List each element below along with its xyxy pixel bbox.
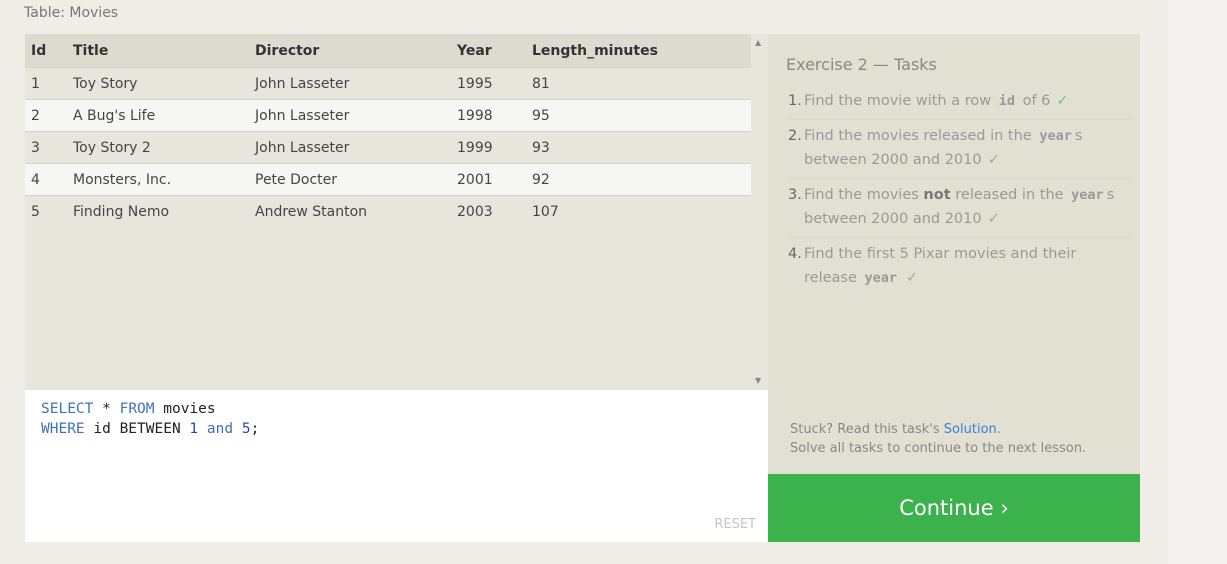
cell-year: 1999: [457, 131, 532, 164]
column-header-title: Title: [73, 34, 255, 68]
sql-keyword: SELECT: [41, 401, 94, 417]
sql-text: ;: [250, 421, 260, 437]
exercise-title: Exercise 2 — Tasks: [786, 55, 937, 74]
table-row: 5 Finding Nemo Andrew Stanton 2003 107: [25, 195, 751, 227]
cell-title: Finding Nemo: [73, 195, 255, 227]
task-item: 4. Find the first 5 Pixar movies and the…: [788, 242, 1132, 296]
task-item: 1. Find the movie with a row id of 6 ✓: [788, 89, 1132, 120]
sql-keyword: WHERE: [41, 421, 85, 437]
cell-director: John Lasseter: [255, 67, 457, 100]
table-row: 4 Monsters, Inc. Pete Docter 2001 92: [25, 163, 751, 196]
continue-button[interactable]: Continue ›: [768, 474, 1140, 542]
task-number: 1.: [788, 93, 802, 109]
reset-button[interactable]: RESET: [714, 517, 756, 532]
cell-year: 2003: [457, 195, 532, 227]
check-icon: ✓: [987, 152, 1000, 168]
scroll-down-icon[interactable]: ▼: [755, 376, 761, 385]
cell-length: 107: [532, 195, 751, 227]
column-header-id: Id: [25, 34, 73, 68]
table-row: 1 Toy Story John Lasseter 1995 81: [25, 67, 751, 100]
task-text-part: Find the first 5 Pixar movies and their …: [804, 246, 1077, 286]
cell-id: 2: [25, 99, 73, 132]
task-code: id: [998, 93, 1015, 109]
task-text: Find the first 5 Pixar movies and their …: [804, 242, 1132, 290]
help-text: Stuck? Read this task's Solution. Solve …: [790, 420, 1086, 458]
sql-keyword: FROM: [119, 401, 155, 417]
cell-title: Toy Story 2: [73, 131, 255, 164]
table-row: 3 Toy Story 2 John Lasseter 1999 93: [25, 131, 751, 164]
page-gutter: [1168, 0, 1227, 564]
task-text-part: Find the movies: [804, 187, 924, 203]
sql-text: movies: [154, 401, 216, 417]
check-icon: ✓: [987, 211, 1000, 227]
exercise-panel: Exercise 2 — Tasks 1. Find the movie wit…: [768, 34, 1140, 474]
task-text-part: Find the movies released in the: [804, 128, 1037, 144]
task-text: Find the movie with a row id of 6 ✓: [804, 89, 1132, 113]
table-header-row: Id Title Director Year Length_minutes: [25, 34, 751, 68]
cell-title: Monsters, Inc.: [73, 163, 255, 196]
cell-director: John Lasseter: [255, 131, 457, 164]
task-code: year: [1039, 128, 1072, 144]
column-header-length: Length_minutes: [532, 34, 751, 68]
cell-year: 1995: [457, 67, 532, 100]
task-number: 4.: [788, 246, 802, 262]
table-scrollbar[interactable]: ▲ ▼: [751, 34, 768, 389]
scroll-up-icon[interactable]: ▲: [755, 38, 761, 47]
cell-title: A Bug's Life: [73, 99, 255, 132]
cell-id: 4: [25, 163, 73, 196]
task-text-part: Find the movie with a row: [804, 93, 996, 109]
check-icon: ✓: [906, 270, 919, 286]
task-text-part: of 6: [1017, 93, 1051, 109]
table-row: 2 A Bug's Life John Lasseter 1998 95: [25, 99, 751, 132]
stuck-text: .: [996, 422, 1001, 437]
column-header-year: Year: [457, 34, 532, 68]
task-list: 1. Find the movie with a row id of 6 ✓ 2.…: [788, 89, 1132, 300]
stuck-text: Stuck? Read this task's: [790, 422, 944, 437]
results-table: Id Title Director Year Length_minutes 1 …: [25, 34, 751, 227]
solution-link[interactable]: Solution: [944, 422, 997, 437]
sql-keyword: and: [206, 421, 234, 437]
cell-id: 1: [25, 67, 73, 100]
task-item: 3. Find the movies not released in the y…: [788, 183, 1132, 238]
cell-length: 81: [532, 67, 751, 100]
table-caption: Table: Movies: [24, 5, 119, 21]
cell-year: 1998: [457, 99, 532, 132]
cell-director: Pete Docter: [255, 163, 457, 196]
check-icon: ✓: [1056, 93, 1069, 109]
cell-length: 95: [532, 99, 751, 132]
task-item: 2. Find the movies released in the year s…: [788, 124, 1132, 179]
task-number: 2.: [788, 128, 802, 144]
cell-title: Toy Story: [73, 67, 255, 100]
task-text: Find the movies not released in the year…: [804, 183, 1132, 231]
task-text-part: released in the: [950, 187, 1069, 203]
column-header-director: Director: [255, 34, 457, 68]
cell-director: John Lasseter: [255, 99, 457, 132]
cell-director: Andrew Stanton: [255, 195, 457, 227]
sql-code[interactable]: SELECT * FROM movies WHERE id BETWEEN 1 …: [41, 399, 259, 439]
sql-text: *: [93, 401, 120, 417]
sql-space: [198, 421, 207, 437]
sql-number: 5: [241, 421, 251, 437]
task-code: year: [864, 270, 897, 286]
sql-editor[interactable]: SELECT * FROM movies WHERE id BETWEEN 1 …: [25, 389, 768, 542]
cell-length: 93: [532, 131, 751, 164]
task-text: Find the movies released in the year s be…: [804, 124, 1132, 172]
cell-year: 2001: [457, 163, 532, 196]
cell-id: 3: [25, 131, 73, 164]
solve-all-text: Solve all tasks to continue to the next …: [790, 441, 1087, 456]
sql-text: id BETWEEN: [84, 421, 190, 437]
task-number: 3.: [788, 187, 802, 203]
cell-length: 92: [532, 163, 751, 196]
results-table-panel: Id Title Director Year Length_minutes 1 …: [25, 34, 751, 389]
sql-number: 1: [189, 421, 199, 437]
cell-id: 5: [25, 195, 73, 227]
task-emphasis: not: [923, 187, 951, 203]
task-code: year: [1071, 187, 1104, 203]
sql-space: [233, 421, 242, 437]
